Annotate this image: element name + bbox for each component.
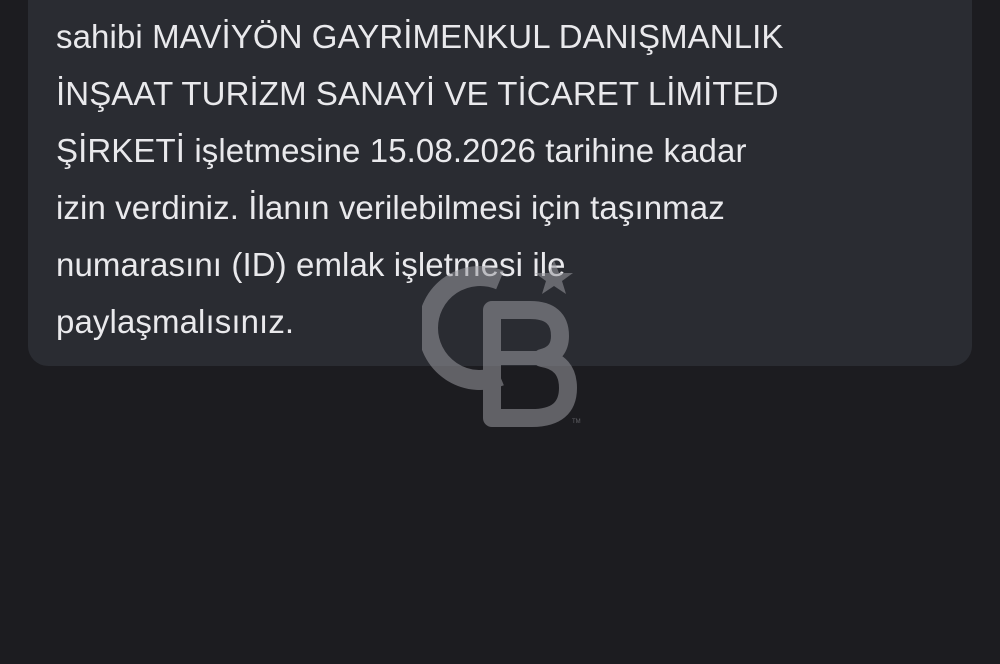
message-line-4: izin verdiniz. İlanın verilebilmesi için… xyxy=(56,189,725,226)
message-bubble: sahibi MAVİYÖN GAYRİMENKUL DANIŞMANLIK İ… xyxy=(28,0,972,366)
svg-text:TM: TM xyxy=(572,419,581,425)
message-text: sahibi MAVİYÖN GAYRİMENKUL DANIŞMANLIK İ… xyxy=(56,8,944,350)
message-line-6: paylaşmalısınız. xyxy=(56,303,295,340)
message-line-3: ŞİRKETİ işletmesine 15.08.2026 tarihine … xyxy=(56,132,747,169)
screen: { "message": { "lines": [ "sahibi MAVİYÖ… xyxy=(0,0,1000,664)
message-line-5: numarasını (ID) emlak işletmesi ile xyxy=(56,246,566,283)
message-line-2: İNŞAAT TURİZM SANAYİ VE TİCARET LİMİTED xyxy=(56,75,779,112)
message-line-1: sahibi MAVİYÖN GAYRİMENKUL DANIŞMANLIK xyxy=(56,18,784,55)
